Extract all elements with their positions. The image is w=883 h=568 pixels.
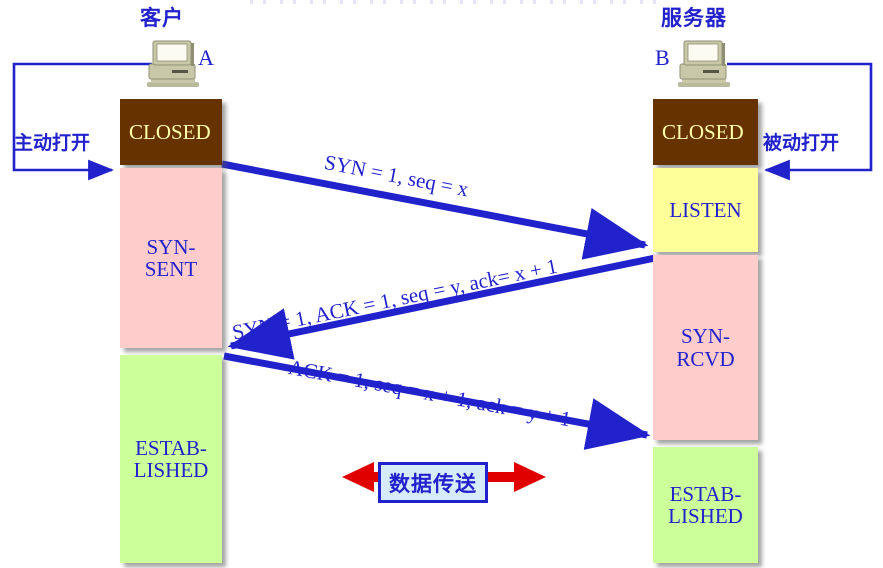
server-state-closed: CLOSED — [653, 99, 758, 165]
client-active-open-label: 主动打开 — [14, 132, 91, 154]
message-label-ack: ACK = 1, seq = x + 1, ack = y + 1 — [286, 355, 573, 432]
server-passive-open-label: 被动打开 — [763, 132, 840, 154]
tcp-handshake-diagram: 客户 A 主动打开 CLOSED SYN- SENT ESTAB- LISHED… — [0, 0, 883, 568]
server-computer-icon — [678, 40, 730, 87]
message-label-syn-ack: SYN = 1, ACK = 1, seq = y, ack= x + 1 — [230, 253, 560, 345]
server-letter: B — [655, 45, 670, 70]
server-state-established: ESTAB- LISHED — [653, 447, 758, 563]
client-title: 客户 — [140, 6, 184, 30]
client-computer-icon — [147, 40, 199, 87]
client-letter: A — [198, 45, 214, 70]
data-transfer-badge: 数据传送 — [378, 462, 488, 503]
server-state-syn-rcvd: SYN- RCVD — [653, 255, 758, 440]
server-title: 服务器 — [661, 6, 727, 30]
client-state-closed: CLOSED — [120, 99, 222, 165]
client-state-syn-sent: SYN- SENT — [120, 168, 222, 348]
server-state-listen: LISTEN — [653, 168, 758, 252]
cropped-header-remnant — [250, 0, 670, 4]
message-label-syn: SYN = 1, seq = x — [322, 150, 471, 202]
client-state-established: ESTAB- LISHED — [120, 355, 222, 563]
